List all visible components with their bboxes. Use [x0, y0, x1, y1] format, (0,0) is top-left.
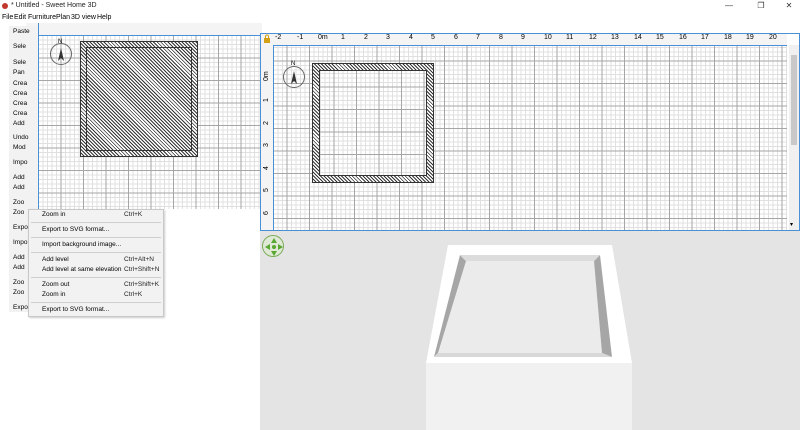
menu-item-add-level[interactable]: Add level Ctrl+Alt+N: [29, 255, 163, 265]
menu-furniture[interactable]: Furniture: [28, 13, 56, 22]
menu-row-create-rooms[interactable]: Crea: [9, 89, 37, 99]
minimize-button[interactable]: —: [718, 0, 740, 12]
window-title: * Untitled - Sweet Home 3D: [11, 2, 97, 9]
ruler-tick: 3: [263, 143, 270, 147]
compass-rose[interactable]: [50, 43, 72, 65]
menu-row-add-level-same[interactable]: Add: [9, 183, 37, 193]
menu-row-create-dimensions[interactable]: Crea: [9, 99, 37, 109]
ruler-tick: 2: [364, 34, 368, 41]
lock-icon: [264, 34, 270, 43]
ruler-tick: 2: [263, 121, 270, 125]
ruler-tick: 4: [409, 34, 413, 41]
horizontal-ruler: [38, 23, 262, 36]
room-floor[interactable]: [319, 70, 427, 176]
menu-plan[interactable]: Plan: [56, 13, 70, 22]
menu-row-add-level[interactable]: Add: [9, 173, 37, 183]
menu-row-import[interactable]: Impo: [9, 158, 37, 168]
vertical-scrollbar[interactable]: ▾: [789, 45, 799, 230]
menu-separator: [31, 237, 161, 238]
ruler-tick: 19: [746, 34, 754, 41]
plan-context-menu: Zoom in Ctrl+K Export to SVG format... Im…: [28, 209, 164, 317]
ruler-tick: 14: [634, 34, 642, 41]
vertical-ruler: 0m 1 2 3 4 5 6: [261, 45, 274, 230]
ruler-tick: 9: [521, 34, 525, 41]
ruler-tick: 13: [611, 34, 619, 41]
ruler-tick: -1: [297, 34, 304, 41]
ruler-tick: 4: [263, 166, 270, 170]
ruler-tick: 17: [701, 34, 709, 41]
plan-view-left[interactable]: 0m 1 2 3 4 5 6 7 N: [0, 23, 262, 209]
3d-view[interactable]: [260, 231, 800, 430]
ruler-tick: -2: [275, 34, 282, 41]
menu-item-add-level-same-elevation[interactable]: Add level at same elevation Ctrl+Shift+N: [29, 265, 163, 275]
compass-rose[interactable]: [283, 66, 305, 88]
menu-row-pan[interactable]: Pan: [9, 68, 37, 78]
menu-separator: [31, 222, 161, 223]
ruler-tick: 18: [724, 34, 732, 41]
menu-row-select-all[interactable]: Sele: [9, 58, 37, 68]
maximize-button[interactable]: ❐: [750, 0, 772, 12]
plan-view[interactable]: -2 -1 0m 1 2 3 4 5 6 7 8 9 10 11 12 13 1…: [260, 33, 800, 231]
ruler-tick: 16: [679, 34, 687, 41]
ruler-corner[interactable]: [261, 34, 273, 45]
scrollbar-thumb[interactable]: [791, 55, 797, 145]
compass-arrow-icon: [58, 48, 64, 61]
menu-item-zoom-in[interactable]: Zoom in Ctrl+K: [29, 210, 163, 220]
ruler-tick: 8: [499, 34, 503, 41]
menu-row-modify[interactable]: Mod: [9, 143, 37, 153]
compass-arrow-icon: [291, 71, 297, 84]
menu-row-add[interactable]: Add: [9, 119, 37, 129]
ruler-tick: 10: [544, 34, 552, 41]
menu-row-paste[interactable]: Paste: [9, 27, 37, 37]
menu-item-zoom-out[interactable]: Zoom out Ctrl+Shift+K: [29, 280, 163, 290]
menu-separator: [31, 252, 161, 253]
menu-row-create-walls[interactable]: Crea: [9, 79, 37, 89]
ruler-tick: 1: [341, 34, 345, 41]
close-button[interactable]: ✕: [778, 0, 800, 12]
ruler-tick: 1: [263, 98, 270, 102]
ruler-tick: 6: [263, 211, 270, 215]
menu-help[interactable]: Help: [97, 13, 111, 22]
menu-row-create-labels[interactable]: Crea: [9, 109, 37, 119]
compass-label: N: [58, 39, 63, 45]
menu-separator: [31, 302, 161, 303]
ruler-tick: 6: [454, 34, 458, 41]
ruler-tick: 12: [589, 34, 597, 41]
ruler-tick: 0m: [263, 71, 270, 81]
3d-room-render[interactable]: [260, 231, 800, 430]
ruler-tick: 5: [431, 34, 435, 41]
menu-item-import-background[interactable]: Import background image...: [29, 240, 163, 250]
menu-row-undo[interactable]: Undo: [9, 133, 37, 143]
ruler-tick: 7: [476, 34, 480, 41]
app-icon: [2, 3, 8, 9]
compass-label: N: [291, 61, 296, 67]
ruler-tick: 3: [386, 34, 390, 41]
menu-file[interactable]: File: [2, 13, 13, 22]
menu-row-zoom-out[interactable]: Zoo: [9, 198, 37, 208]
menu-row-select[interactable]: Sele: [9, 42, 37, 52]
ruler-tick: 5: [263, 188, 270, 192]
menu-bar: File Edit Furniture Plan 3D view Help: [0, 12, 800, 23]
menu-item-zoom-in-2[interactable]: Zoom in Ctrl+K: [29, 290, 163, 300]
ruler-tick: 15: [656, 34, 664, 41]
ruler-tick: 11: [566, 34, 574, 41]
menu-separator: [31, 277, 161, 278]
ruler-tick: 20: [769, 34, 777, 41]
menu-item-export-svg[interactable]: Export to SVG format...: [29, 225, 163, 235]
ruler-tick: 0m: [318, 34, 328, 41]
menu-item-export-svg-2[interactable]: Export to SVG format...: [29, 305, 163, 315]
room-floor[interactable]: [86, 47, 192, 151]
horizontal-ruler: -2 -1 0m 1 2 3 4 5 6 7 8 9 10 11 12 13 1…: [273, 34, 787, 46]
menu-edit[interactable]: Edit: [14, 13, 26, 22]
title-bar: * Untitled - Sweet Home 3D — ❐ ✕: [0, 0, 800, 12]
menu-3d-view[interactable]: 3D view: [71, 13, 96, 22]
scroll-down-icon[interactable]: ▾: [790, 221, 793, 228]
